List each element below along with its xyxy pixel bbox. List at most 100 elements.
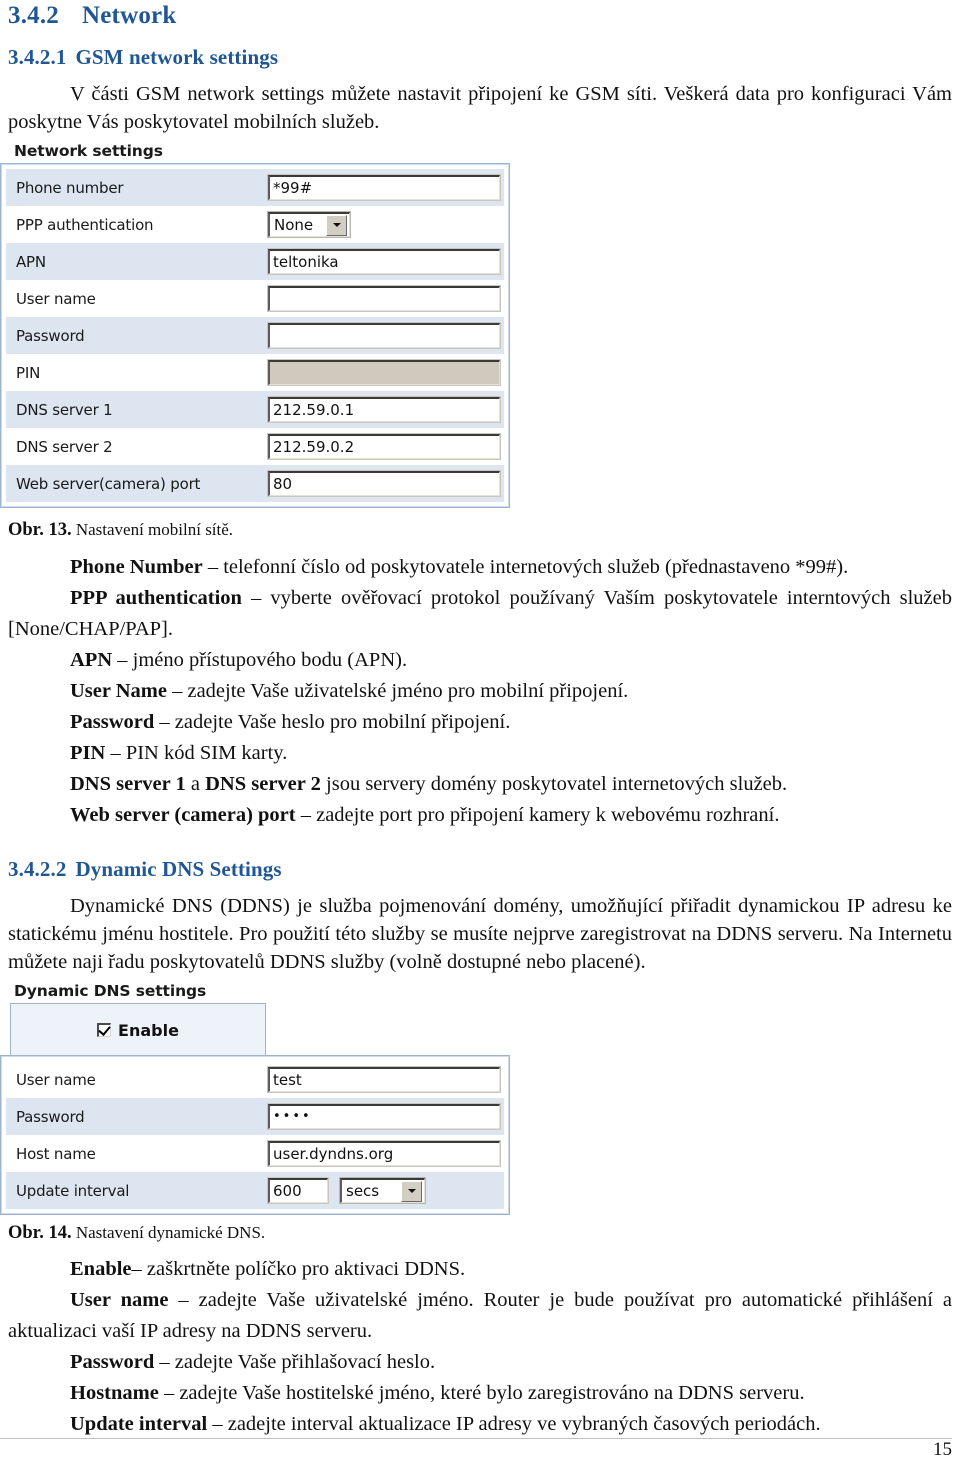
page-number: 15 [933,1439,952,1460]
figure-caption-14-label: Obr. 14. [8,1223,72,1243]
input-phone-number[interactable]: *99# [267,174,501,201]
ddns-intro-paragraph: Dynamické DNS (DDNS) je služba pojmenová… [8,895,952,973]
gsm-intro-paragraph: V části GSM network settings můžete nast… [8,83,952,133]
input-apn[interactable]: teltonika [267,248,501,275]
definition-user-name: User Name – zadejte Vaše uživatelské jmé… [8,676,952,707]
form-row-dns-server-1: DNS server 1 212.59.0.1 [6,391,504,428]
definition-dns-servers: DNS server 1 a DNS server 2 jsou servery… [8,769,952,800]
form-row-ddns-update-interval: Update interval 600 secs [6,1172,504,1209]
form-row-ddns-password: Password •••• [6,1098,504,1135]
subsection-number-gsm: 3.4.2.1 [8,45,67,69]
definition-text-phone-number: – telefonní číslo od poskytovatele inter… [202,556,849,578]
figure-caption-13-text: Nastavení mobilní sítě. [75,520,234,539]
network-settings-panel: Phone number *99# PPP authentication Non… [0,163,510,508]
checkbox-enable-icon[interactable] [97,1023,112,1037]
chevron-down-icon[interactable] [326,214,347,236]
label-pin: PIN [16,363,41,382]
definition-text-pin: – PIN kód SIM karty. [105,742,288,764]
section-number: 3.4.2 [8,2,59,29]
definition-term-password: Password [70,711,155,733]
definition-term-phone-number: Phone Number [70,556,203,578]
input-web-server-port[interactable]: 80 [267,470,501,497]
input-dns-server-1[interactable]: 212.59.0.1 [267,396,501,423]
form-row-apn: APN teltonika [6,243,504,280]
select-ppp-value: None [274,216,314,234]
network-settings-screenshot: Network settings Phone number *99# PPP a… [0,142,520,508]
section-title: Network [82,2,177,29]
definition-password: Password – zadejte Vaše heslo pro mobiln… [8,707,952,738]
chevron-down-icon[interactable] [401,1180,422,1202]
definition-ddns-password: Password – zadejte Vaše přihlašovací hes… [8,1347,952,1378]
section-heading: 3.4.2 Network [8,2,176,30]
definition-term-user-name: User Name [70,680,167,702]
definition-term-ddns-hostname: Hostname [70,1382,159,1404]
definition-text-ddns-hostname: – zadejte Vaše hostitelské jméno, které … [158,1382,805,1404]
input-ddns-password[interactable]: •••• [267,1103,501,1130]
label-dns-server-2: DNS server 2 [16,437,113,456]
ddns-settings-screenshot: Dynamic DNS settings Enable User name te… [0,982,520,1215]
input-user-name[interactable] [267,285,501,312]
label-ppp-authentication: PPP authentication [16,215,154,234]
definition-ddns-hostname: Hostname – zadejte Vaše hostitelské jmén… [8,1378,952,1409]
input-password[interactable] [267,322,501,349]
figure-caption-13: Obr. 13. Nastavení mobilní sítě. [8,519,233,541]
label-apn: APN [16,252,46,271]
ddns-settings-rows: User name test Password •••• Host name u… [1,1056,509,1214]
definition-text-ddns-enable: – zaškrtněte políčko pro aktivaci DDNS. [131,1258,466,1280]
label-phone-number: Phone number [16,178,124,197]
subsection-heading-ddns: 3.4.2.2 Dynamic DNS Settings [8,857,282,882]
form-row-ddns-host-name: Host name user.dyndns.org [6,1135,504,1172]
figure-caption-14-text: Nastavení dynamické DNS. [75,1223,266,1242]
input-ddns-host-name[interactable]: user.dyndns.org [267,1140,501,1167]
label-user-name: User name [16,289,96,308]
definition-term-ddns-password: Password [70,1351,155,1373]
input-dns-server-2[interactable]: 212.59.0.2 [267,433,501,460]
definition-text-user-name: – zadejte Vaše uživatelské jméno pro mob… [166,680,629,702]
subsection-title-ddns: Dynamic DNS Settings [75,857,282,881]
definition-ddns-user-name: User name – zadejte Vaše uživatelské jmé… [8,1285,952,1347]
ddns-enable-tab[interactable]: Enable [10,1003,266,1056]
label-ddns-password: Password [16,1107,85,1126]
form-row-web-server-port: Web server(camera) port 80 [6,465,504,502]
definition-text-ddns-password: – zadejte Vaše přihlašovací heslo. [154,1351,436,1373]
definition-term-ppp-authentication: PPP authentication [70,587,242,609]
input-ddns-user-name[interactable]: test [267,1066,501,1093]
subsection-number-ddns: 3.4.2.2 [8,857,67,881]
ddns-enable-label: Enable [118,1020,179,1040]
definition-term-web-server-port: Web server (camera) port [70,804,296,826]
figure-caption-13-label: Obr. 13. [8,520,72,540]
definition-ddns-update-interval: Update interval – zadejte interval aktua… [8,1409,952,1440]
label-ddns-update-interval: Update interval [16,1181,130,1200]
select-ddns-update-unit[interactable]: secs [339,1177,426,1204]
definition-text-ddns-update-interval: – zadejte interval aktualizace IP adresy… [207,1413,821,1435]
subsection-title-gsm: GSM network settings [75,45,279,69]
form-row-password: Password [6,317,504,354]
input-pin[interactable] [267,359,501,386]
definition-term-dns-server-1: DNS server 1 [70,773,186,795]
figure-caption-14: Obr. 14. Nastavení dynamické DNS. [8,1222,265,1244]
definition-text-apn: – jméno přístupového bodu (APN). [112,649,408,671]
definition-text-password: – zadejte Vaše heslo pro mobilní připoje… [154,711,511,733]
subsection-heading-gsm: 3.4.2.1 GSM network settings [8,45,278,70]
definition-text-web-server-port: – zadejte port pro připojení kamery k we… [295,804,780,826]
select-ppp-authentication[interactable]: None [267,211,351,238]
input-ddns-update-interval[interactable]: 600 [267,1177,329,1204]
definition-term-pin: PIN [70,742,106,764]
form-row-pin: PIN [6,354,504,391]
definition-conjunction: a [185,773,206,795]
definition-phone-number: Phone Number – telefonní číslo od poskyt… [8,552,952,583]
definition-term-ddns-user-name: User name [70,1289,169,1311]
label-ddns-user-name: User name [16,1070,96,1089]
network-settings-title: Network settings [14,142,163,160]
definition-ddns-enable: Enable– zaškrtněte políčko pro aktivaci … [8,1254,952,1285]
label-ddns-host-name: Host name [16,1144,96,1163]
label-web-server-port: Web server(camera) port [16,474,201,493]
definition-term-dns-server-2: DNS server 2 [205,773,321,795]
form-row-user-name: User name [6,280,504,317]
form-row-ppp-authentication: PPP authentication None [6,206,504,243]
select-ddns-unit-value: secs [346,1182,380,1200]
form-row-dns-server-2: DNS server 2 212.59.0.2 [6,428,504,465]
ddns-settings-panel: User name test Password •••• Host name u… [0,1055,510,1215]
label-password: Password [16,326,85,345]
document-page: 3.4.2 Network 3.4.2.1 GSM network settings… [0,0,960,1472]
